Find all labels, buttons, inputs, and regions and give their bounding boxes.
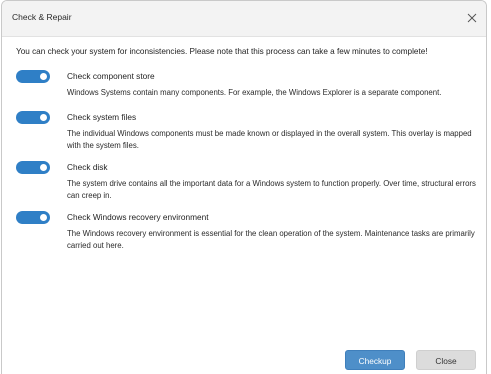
title-bar: Check & Repair	[2, 1, 486, 37]
system-files-toggle[interactable]	[16, 111, 50, 124]
toggle-knob	[40, 73, 47, 80]
option-description: Windows Systems contain many components.…	[67, 88, 442, 97]
option-description: The individual Windows components must b…	[67, 129, 472, 150]
toggle-knob	[40, 114, 47, 121]
check-repair-dialog: Check & Repair You can check your system…	[1, 0, 487, 374]
close-button[interactable]: Close	[416, 350, 476, 370]
option-label: Check system files	[67, 112, 137, 122]
option-label: Check Windows recovery environment	[67, 212, 209, 222]
window-title: Check & Repair	[12, 12, 72, 22]
option-label: Check component store	[67, 71, 155, 81]
toggle-knob	[40, 164, 47, 171]
intro-text: You can check your system for inconsiste…	[16, 47, 428, 56]
option-label: Check disk	[67, 162, 108, 172]
recovery-environment-toggle[interactable]	[16, 211, 50, 224]
component-store-toggle[interactable]	[16, 70, 50, 83]
check-disk-toggle[interactable]	[16, 161, 50, 174]
toggle-knob	[40, 214, 47, 221]
close-icon[interactable]	[463, 9, 481, 27]
option-description: The Windows recovery environment is esse…	[67, 229, 475, 250]
checkup-button[interactable]: Checkup	[345, 350, 405, 370]
option-description: The system drive contains all the import…	[67, 179, 476, 200]
